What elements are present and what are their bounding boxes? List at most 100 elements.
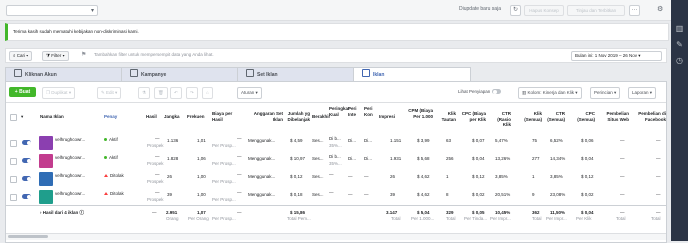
create-button[interactable]: + Buat [9,87,36,97]
filter-hint[interactable]: Tambahkan filter untuk mempersempit data… [94,52,214,57]
scrollbar-thumb[interactable] [8,235,48,238]
cell-conv: Di... [364,138,373,143]
date-range-picker[interactable]: Bulan ini: 1 Nov 2019 – 26 Nov ▾ [571,51,662,61]
ad-toggle[interactable] [22,176,31,181]
column-header[interactable]: Klik (Semua) [521,111,542,122]
edit-button[interactable]: ✎ Edit ▾ [97,87,122,99]
cell-ctr-all: 3,85% [550,174,563,179]
rules-button[interactable]: Aturan ▾ [237,87,262,99]
cell-reach: 26 [167,174,173,179]
redo-button[interactable]: ↷ [186,87,198,99]
pencil-icon[interactable]: ✎ [675,40,684,49]
tab-account[interactable]: Kliknan Akun [5,67,123,82]
horizontal-scrollbar[interactable] [6,233,666,240]
column-header[interactable]: Peri Kon [364,106,376,117]
undo-icon: ↶ [174,90,178,95]
toggle-switch[interactable] [492,89,502,94]
column-header[interactable]: CPC (Semua) [571,111,595,122]
column-header[interactable]: Frekuen [187,114,205,120]
cell-ctr-link: 20,51% [495,192,511,197]
column-header[interactable]: Pembelian Situs Web [601,111,629,122]
ad-toggle[interactable] [22,140,31,145]
more-icon[interactable]: ··· [629,5,640,16]
column-header[interactable]: Jangka [164,114,180,120]
view-setup-label: Lihat Penyiapan [458,89,491,94]
cell-conv: — [364,192,369,197]
review-publish-button[interactable]: Tinjau dan Terbitkan [567,5,625,16]
undo-button[interactable]: ↶ [170,87,182,99]
delete-button[interactable]: 🗑 [154,87,168,99]
bookmark-icon[interactable]: ⚑ [81,51,86,58]
discard-drafts-button[interactable]: Hapus Konsep [524,5,564,16]
clock-icon[interactable]: ◷ [675,56,684,65]
total-cpm-sub: Per 1.000... [411,216,435,221]
column-header[interactable]: Nama Iklan [40,114,64,120]
column-header[interactable]: Penay [104,114,117,120]
table-row[interactable]: velhrughcowr... Ditolak — Prospek 26 1,00— Per… [6,170,666,189]
cell-spent: $ 0,12 [290,174,303,179]
delivery-status: Ditolak [104,191,124,197]
ad-name[interactable]: velhrughcowr... [55,191,85,197]
refresh-icon[interactable]: ↻ [510,5,521,16]
totals-label[interactable]: › Hasil dari 4 iklan ⓘ [40,210,84,216]
column-header[interactable]: CPM (Biaya Per 1.000 [404,108,433,119]
columns-button[interactable]: ▥ Kolom: Kinerja dan Klik ▾ [518,87,582,99]
column-header[interactable]: Biaya per Hasil [212,111,244,122]
cell-cpr: — [237,190,242,195]
tab-ad-sets[interactable]: Set Iklan [237,67,355,82]
cell-link-clicks: 256 [446,156,454,161]
view-setup-toggle[interactable]: Lihat Penyiapan [458,89,502,94]
column-header[interactable]: Klik Tautan [436,111,456,122]
status-dot-icon [104,138,107,141]
ad-thumbnail[interactable] [39,154,53,168]
account-selector[interactable]: ▾ [6,5,98,16]
cell-cpr: — [237,154,242,159]
reports-button[interactable]: Laporan ▾ [628,87,657,99]
column-header[interactable]: CPC (Biaya per Klik [458,111,486,122]
search-button[interactable]: ⌕ Cari ▾ [9,51,33,61]
breakdown-button[interactable]: Perincian ▾ [590,87,621,99]
ad-thumbnail[interactable] [39,172,53,186]
ad-name[interactable]: velhrughcowr... [55,155,85,161]
cell-budget: Menggunak... [248,156,276,161]
ad-thumbnail[interactable] [39,136,53,150]
column-header[interactable]: Berakhir [312,114,330,120]
row-checkbox[interactable] [10,158,17,165]
tab-campaigns[interactable]: Kampanye [121,67,239,82]
column-header[interactable]: Impresi [379,114,395,120]
cell-rel: — [329,172,334,177]
ad-thumbnail[interactable] [39,190,53,204]
table-row[interactable]: velhrughcowr... Aktif — Prospek 1.828 1,06— Pe… [6,152,666,171]
ad-name[interactable]: velhrughcowr... [55,173,85,179]
table-row[interactable]: velhrughcowr... Aktif — Prospek 1.136 1,01— Pe… [6,134,666,153]
tag-button[interactable]: ⌂ [202,87,213,99]
column-header[interactable]: CTR (Rasio Klik [488,111,511,128]
column-header[interactable]: Pembelian di Facebook [634,111,666,122]
ad-name[interactable]: velhrughcowr... [55,137,85,143]
cell-clicks-all: 75 [532,138,538,143]
cell-frequency: 1,00 [197,192,206,197]
column-header[interactable]: CTR (Semua) [544,111,565,122]
column-header[interactable]: Hasil [146,114,157,120]
column-header[interactable]: Jumlah yg Dibelanjak [278,111,310,122]
row-checkbox[interactable] [10,176,17,183]
filter-bar: ⌕ Cari ▾ ⧩ Filter ▾ ⚑ Tambahkan filter u… [5,48,667,63]
cell-frequency: 1,01 [197,138,206,143]
ad-toggle[interactable] [22,158,31,163]
delivery-status: Aktif [104,155,118,161]
column-header[interactable]: Peringkat Kual [329,106,350,117]
status-dot-icon [104,156,107,159]
column-header[interactable]: Peri Inte [348,106,360,117]
row-checkbox[interactable] [10,140,17,147]
chevron-down-icon: ▾ [90,8,94,14]
ad-toggle[interactable] [22,194,31,199]
select-all-checkbox[interactable] [10,114,17,121]
total-cpc-all-sub: Per Klik [576,216,592,221]
filter-button[interactable]: ⧩ Filter ▾ [42,51,69,61]
chart-icon[interactable]: ▥ [675,24,684,33]
cell-ctr-link: 3,85% [495,174,508,179]
row-checkbox[interactable] [10,194,17,201]
duplicate-button[interactable]: ❐ Duplikat ▾ [42,87,76,99]
ab-test-button[interactable]: ⚗ [138,87,151,99]
gear-icon[interactable]: ⚙ [657,5,663,13]
